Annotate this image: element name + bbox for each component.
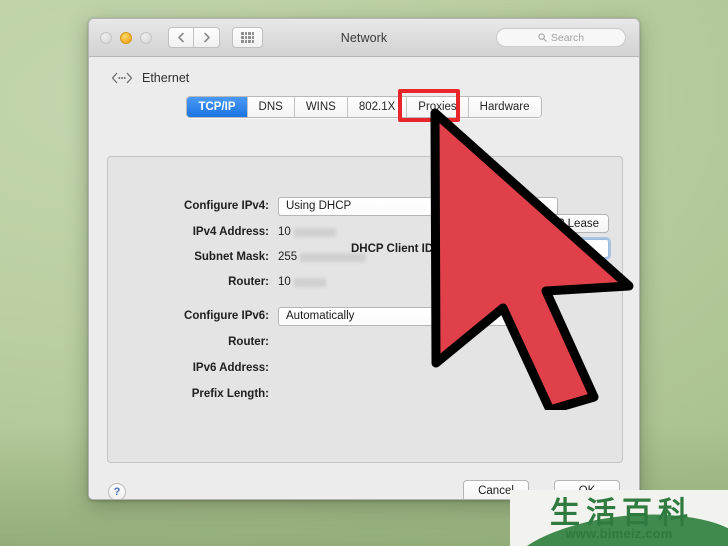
chevron-right-icon [203, 32, 210, 43]
configure-ipv4-label: Configure IPv4: [184, 200, 269, 212]
tcpip-settings-panel: Configure IPv4: Using DHCP IPv4 Address:… [107, 156, 623, 463]
watermark-url: www.bimeiz.com [565, 526, 673, 541]
search-icon [538, 33, 547, 42]
subnet-mask-value: 255 [278, 251, 298, 263]
ipv6-address-label: IPv6 Address: [192, 362, 269, 374]
prefix-length-row: Prefix Length: [108, 384, 622, 404]
traffic-light-group [100, 31, 152, 44]
prefix-length-label: Prefix Length: [191, 388, 269, 400]
subnet-mask-label: Subnet Mask: [194, 251, 269, 263]
tab-hardware[interactable]: Hardware [468, 97, 541, 117]
grid-icon [241, 32, 254, 43]
help-button[interactable]: ? [108, 483, 126, 499]
back-button[interactable] [168, 27, 194, 48]
search-placeholder: Search [550, 31, 585, 44]
watermark: 生活百科 www.bimeiz.com [510, 490, 728, 546]
router-value: 10 [278, 276, 291, 288]
chevron-left-icon [178, 32, 184, 43]
configure-ipv6-label: Configure IPv6: [184, 310, 269, 322]
tab-group: TCP/IP DNS WINS 802.1X Proxies Hardware [186, 96, 542, 118]
configure-ipv4-row: Configure IPv4: Using DHCP [108, 196, 622, 216]
configure-ipv6-row: Configure IPv6: Automatically [108, 306, 622, 326]
ethernet-icon [111, 72, 133, 84]
network-preferences-window: Network Search Ethernet TCP/IP DNS WINS … [88, 18, 640, 500]
tab-bar: TCP/IP DNS WINS 802.1X Proxies Hardware [89, 89, 639, 122]
dhcp-client-id-label: DHCP Client ID: [350, 243, 437, 255]
navigation-buttons [168, 27, 220, 48]
ipv4-address-redacted [293, 227, 336, 237]
show-all-preferences-button[interactable] [232, 27, 263, 48]
ipv6-router-label: Router: [228, 336, 269, 348]
tab-tcpip[interactable]: TCP/IP [187, 97, 248, 117]
ipv4-address-label: IPv4 Address: [192, 226, 269, 238]
configure-ipv4-select[interactable]: Using DHCP [278, 196, 558, 216]
router-row: Router: 10 [108, 272, 622, 292]
close-button[interactable] [100, 31, 112, 44]
window-content: Ethernet TCP/IP DNS WINS 802.1X Proxies … [89, 57, 639, 499]
service-name: Ethernet [142, 71, 190, 85]
window-titlebar: Network Search [89, 19, 639, 57]
tab-proxies[interactable]: Proxies [407, 97, 469, 117]
ipv6-router-row: Router: [108, 332, 622, 352]
minimize-button[interactable] [120, 31, 132, 44]
tab-dns[interactable]: DNS [247, 97, 295, 117]
router-label: Router: [228, 276, 269, 288]
search-input[interactable]: Search [496, 28, 626, 47]
tab-8021x[interactable]: 802.1X [347, 97, 408, 117]
renew-dhcp-lease-button[interactable]: Renew DHCP Lease [483, 214, 609, 233]
zoom-button[interactable] [140, 31, 152, 44]
router-redacted [293, 277, 326, 287]
service-header: Ethernet [89, 57, 639, 85]
dhcp-client-id-input[interactable] [441, 239, 609, 258]
configure-ipv6-select[interactable]: Automatically [278, 306, 558, 326]
forward-button[interactable] [194, 27, 220, 48]
tab-wins[interactable]: WINS [294, 97, 348, 117]
ipv4-address-value: 10 [278, 226, 291, 238]
ipv6-address-row: IPv6 Address: [108, 358, 622, 378]
